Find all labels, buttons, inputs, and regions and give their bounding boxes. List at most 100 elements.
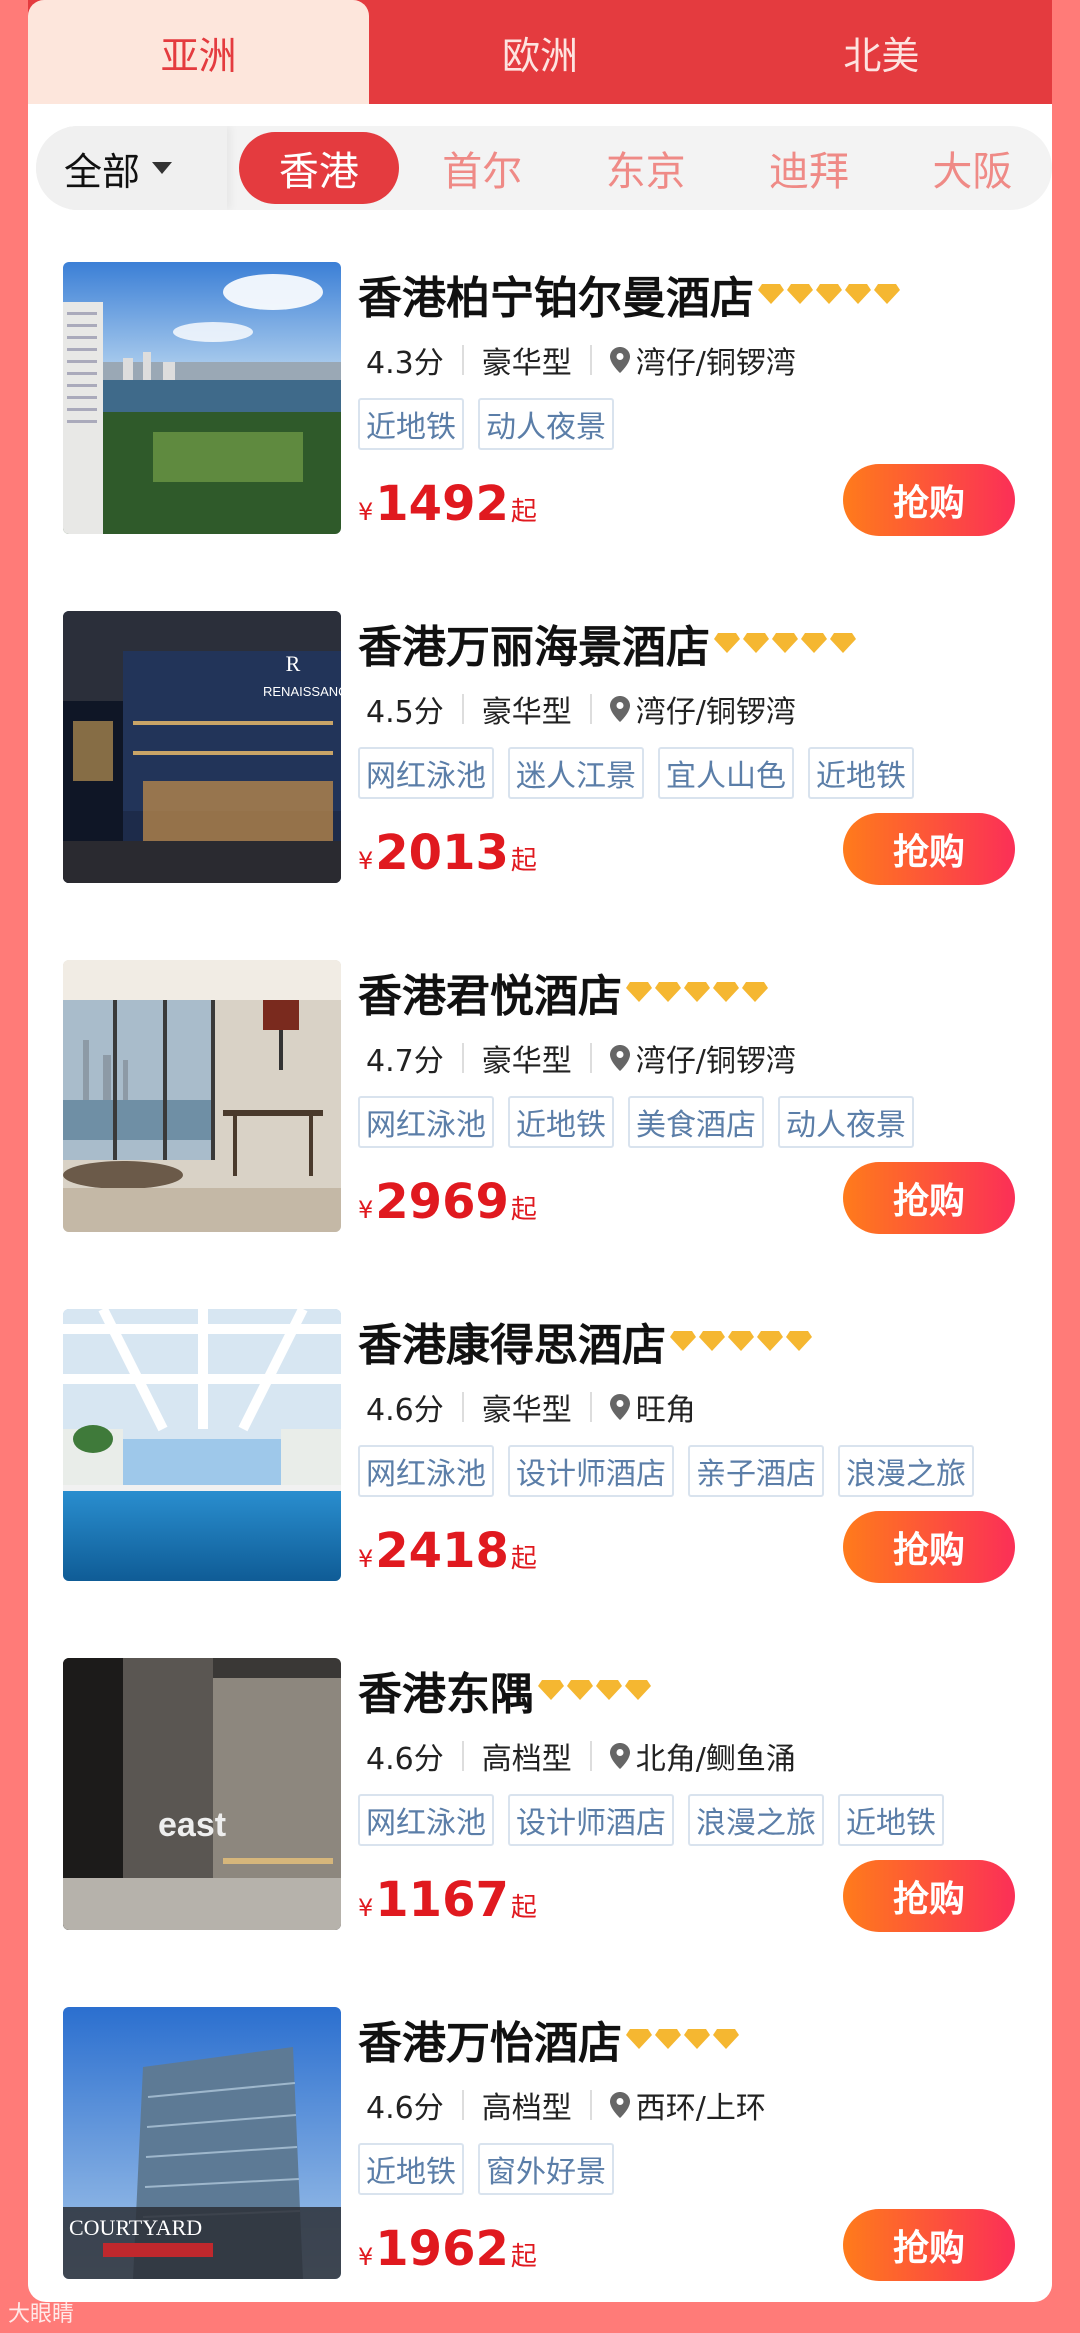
diamond-icon	[743, 633, 769, 653]
tab-asia[interactable]: 亚洲	[28, 0, 370, 104]
tab-europe[interactable]: 欧洲	[369, 0, 710, 104]
hotel-tag: 亲子酒店	[688, 1445, 824, 1497]
buy-button[interactable]: 抢购	[843, 813, 1015, 885]
price-suffix: 起	[510, 497, 537, 527]
hotel-score: 4.5分	[366, 695, 444, 730]
divider	[589, 1392, 592, 1422]
hotel-tags: 网红泳池 近地铁 美食酒店 动人夜景	[358, 1096, 928, 1148]
currency-symbol: ¥	[358, 1894, 374, 1922]
hotel-card[interactable]: 香港柏宁铂尔曼酒店 4.3分 豪华型 湾仔/铜锣湾 近地铁 动人夜景 ¥ 149…	[28, 248, 1052, 597]
all-filter-label: 全部	[64, 149, 141, 194]
hotel-card[interactable]: R RENAISSANCE 香港万丽海景酒店 4.5分 豪华型	[28, 597, 1052, 946]
hotel-photo[interactable]: COURTYARD	[63, 2007, 341, 2279]
hotel-score: 4.7分	[366, 1044, 444, 1079]
price-suffix: 起	[510, 1544, 537, 1574]
divider	[461, 1043, 464, 1073]
hotel-tag: 美食酒店	[628, 1096, 764, 1148]
hotel-name[interactable]: 香港万怡酒店	[358, 2007, 622, 2071]
diamond-icon	[684, 2029, 710, 2049]
city-tab-seoul[interactable]: 首尔	[403, 132, 562, 204]
buy-button[interactable]: 抢购	[843, 2209, 1015, 2281]
tab-north-america[interactable]: 北美	[711, 0, 1052, 104]
price-value: 1492	[375, 476, 509, 532]
hotel-photo[interactable]: east	[63, 1658, 341, 1930]
diamond-icon	[787, 284, 813, 304]
hotel-tag: 近地铁	[838, 1794, 944, 1846]
price-value: 1167	[375, 1872, 509, 1928]
hotel-photo[interactable]	[63, 1309, 341, 1581]
diamond-icon	[757, 1331, 783, 1351]
hotel-price: ¥ 1167 起	[358, 1872, 537, 1928]
diamond-rating	[670, 1331, 815, 1351]
divider	[461, 2090, 464, 2120]
divider	[589, 1741, 592, 1771]
hotel-location: 旺角	[635, 1393, 696, 1428]
hotel-tags: 近地铁 窗外好景	[358, 2143, 628, 2195]
hotel-score: 4.6分	[366, 1742, 444, 1777]
city-tab-dubai[interactable]: 迪拜	[729, 132, 888, 204]
currency-symbol: ¥	[358, 498, 374, 526]
buy-button[interactable]: 抢购	[843, 464, 1015, 536]
hotel-photo[interactable]: R RENAISSANCE	[63, 611, 341, 883]
hotel-name[interactable]: 香港康得思酒店	[358, 1309, 666, 1373]
diamond-rating	[626, 982, 771, 1002]
diamond-icon	[830, 633, 856, 653]
buy-button[interactable]: 抢购	[843, 1860, 1015, 1932]
city-tab-tokyo[interactable]: 东京	[566, 132, 725, 204]
hotel-type: 高档型	[481, 1742, 572, 1777]
hotel-name-row: 香港君悦酒店	[358, 960, 771, 1024]
diamond-icon	[801, 633, 827, 653]
hotel-photo[interactable]	[63, 262, 341, 534]
photo-sign-text: COURTYARD	[69, 2215, 202, 2240]
hotel-price: ¥ 1962 起	[358, 2221, 537, 2277]
price-value: 1962	[375, 2221, 509, 2277]
diamond-icon	[786, 1331, 812, 1351]
divider	[589, 2090, 592, 2120]
hotel-location: 湾仔/铜锣湾	[635, 1044, 796, 1079]
hotel-tag: 近地铁	[508, 1096, 614, 1148]
hotel-tags: 近地铁 动人夜景	[358, 398, 628, 450]
hotel-type: 高档型	[481, 2091, 572, 2126]
hotel-card[interactable]: 香港君悦酒店 4.7分 豪华型 湾仔/铜锣湾 网红泳池 近地铁 美食酒店 动人夜…	[28, 946, 1052, 1295]
hotel-price: ¥ 2969 起	[358, 1174, 537, 1230]
hotel-name-row: 香港康得思酒店	[358, 1309, 815, 1373]
hotel-tag: 窗外好景	[478, 2143, 614, 2195]
buy-button[interactable]: 抢购	[843, 1511, 1015, 1583]
diamond-icon	[567, 1680, 593, 1700]
hotel-name[interactable]: 香港柏宁铂尔曼酒店	[358, 262, 754, 326]
hotel-meta: 4.3分 豪华型 湾仔/铜锣湾	[366, 338, 796, 382]
photo-sign-text: east	[158, 1806, 226, 1844]
price-suffix: 起	[510, 846, 537, 876]
diamond-icon	[816, 284, 842, 304]
hotel-name[interactable]: 香港君悦酒店	[358, 960, 622, 1024]
hotel-tag: 迷人江景	[508, 747, 644, 799]
hotel-card[interactable]: 香港康得思酒店 4.6分 豪华型 旺角 网红泳池 设计师酒店 亲子酒店 浪漫之旅…	[28, 1295, 1052, 1644]
hotel-type: 豪华型	[481, 346, 572, 381]
hotel-photo[interactable]	[63, 960, 341, 1232]
diamond-icon	[713, 982, 739, 1002]
hotel-card[interactable]: COURTYARD 香港万怡酒店 4.6分 高档型 西环/上环 近地铁 窗外好景…	[28, 1993, 1052, 2302]
hotel-score: 4.6分	[366, 2091, 444, 2126]
photo-sign-text: RENAISSANCE	[263, 684, 341, 699]
hotel-name[interactable]: 香港东隅	[358, 1658, 534, 1722]
hotel-name[interactable]: 香港万丽海景酒店	[358, 611, 710, 675]
hotel-card[interactable]: east 香港东隅 4.6分 高档型 北角/鲗鱼涌 网红泳池 设计师酒店 浪漫之…	[28, 1644, 1052, 1993]
hotel-meta: 4.6分 高档型 北角/鲗鱼涌	[366, 1734, 796, 1778]
diamond-icon	[699, 1331, 725, 1351]
city-tab-hongkong[interactable]: 香港	[239, 132, 399, 204]
buy-button[interactable]: 抢购	[843, 1162, 1015, 1234]
diamond-icon	[713, 2029, 739, 2049]
hotel-tag: 浪漫之旅	[838, 1445, 974, 1497]
hotel-type: 豪华型	[481, 1393, 572, 1428]
price-value: 2418	[375, 1523, 509, 1579]
city-tab-osaka[interactable]: 大阪	[893, 132, 1052, 204]
diamond-icon	[655, 2029, 681, 2049]
hotel-name-row: 香港东隅	[358, 1658, 654, 1722]
hotel-list: 香港柏宁铂尔曼酒店 4.3分 豪华型 湾仔/铜锣湾 近地铁 动人夜景 ¥ 149…	[28, 248, 1052, 2302]
diamond-icon	[596, 1680, 622, 1700]
hotel-tags: 网红泳池 设计师酒店 浪漫之旅 近地铁	[358, 1794, 958, 1846]
diamond-icon	[874, 284, 900, 304]
hotel-type: 豪华型	[481, 1044, 572, 1079]
hotel-tag: 网红泳池	[358, 1445, 494, 1497]
all-filter-dropdown[interactable]: 全部	[36, 126, 228, 210]
